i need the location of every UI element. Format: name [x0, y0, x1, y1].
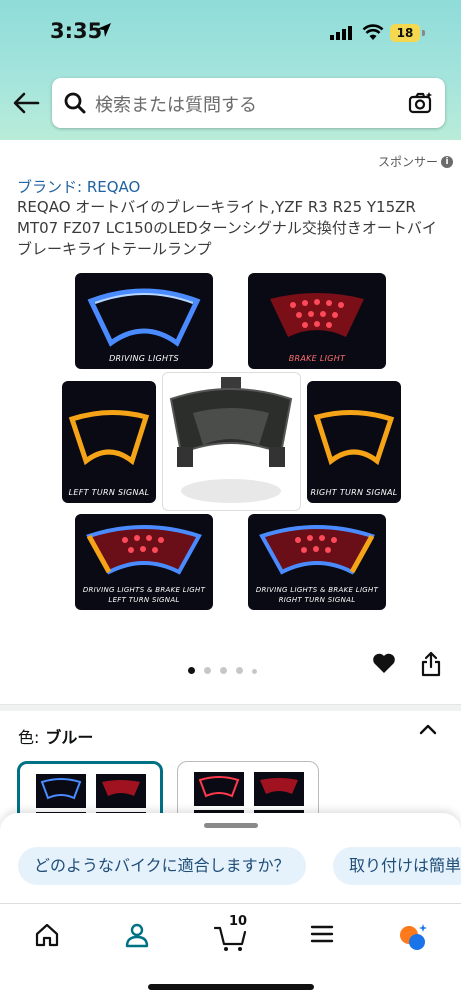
tail-light-product-graphic	[169, 377, 293, 503]
home-icon[interactable]	[34, 922, 60, 948]
page-dot[interactable]	[220, 667, 227, 674]
clock: 3:35	[50, 19, 103, 43]
brand-link[interactable]: ブランド: REQAO	[17, 176, 140, 197]
info-icon: i	[441, 155, 453, 168]
status-bar: 3:35 18	[0, 0, 461, 64]
caption-combo-right-2: RIGHT TURN SIGNAL	[278, 596, 356, 604]
caption-right-turn: RIGHT TURN SIGNAL	[310, 488, 398, 497]
suggestion-chip[interactable]: 取り付けは簡単	[333, 847, 461, 885]
image-combo-left: DRIVING LIGHTS & BRAKE LIGHT LEFT TURN S…	[75, 514, 213, 610]
image-brake-light: BRAKE LIGHT	[248, 273, 386, 369]
section-divider	[0, 704, 461, 711]
sponsored-text: スポンサー	[377, 155, 438, 169]
location-arrow-icon	[97, 23, 111, 37]
cart-count-badge: 10	[229, 914, 248, 929]
image-pagination[interactable]	[188, 659, 266, 678]
chevron-up-icon[interactable]	[418, 722, 438, 736]
search-placeholder: 検索または質問する	[95, 95, 257, 116]
menu-icon[interactable]	[310, 922, 334, 946]
heart-icon[interactable]	[372, 652, 396, 674]
page-dot[interactable]	[252, 669, 257, 674]
caption-combo-left-1: DRIVING LIGHTS & BRAKE LIGHT	[82, 586, 206, 594]
battery-tip	[422, 30, 425, 36]
caption-combo-right-1: DRIVING LIGHTS & BRAKE LIGHT	[255, 586, 379, 594]
image-right-turn-signal: RIGHT TURN SIGNAL	[307, 381, 401, 503]
variation-label: 色: ブルー	[18, 724, 93, 748]
rufus-assistant-icon[interactable]	[398, 922, 428, 952]
search-icon	[64, 92, 86, 114]
caption-driving-lights: DRIVING LIGHTS	[109, 354, 179, 363]
image-left-turn-signal: LEFT TURN SIGNAL	[62, 381, 156, 503]
image-product-main	[162, 372, 301, 511]
variation-label-text: 色:	[18, 728, 40, 747]
home-indicator[interactable]	[148, 984, 314, 990]
caption-left-turn: LEFT TURN SIGNAL	[68, 488, 150, 497]
cellular-signal-icon	[330, 26, 352, 40]
variation-value: ブルー	[45, 728, 94, 747]
tail-light-graphic	[68, 409, 150, 466]
share-icon[interactable]	[421, 651, 441, 677]
search-input[interactable]: 検索または質問する	[52, 78, 445, 128]
page-dot[interactable]	[236, 667, 243, 674]
sponsored-label[interactable]: スポンサー i	[378, 153, 453, 170]
suggestion-sheet: どのようなバイクに適合しますか？ 取り付けは簡単	[0, 813, 461, 913]
product-title: REQAO オートバイのブレーキライト,YZF R3 R25 Y15ZR MT0…	[17, 198, 437, 258]
suggestion-chip[interactable]: どのようなバイクに適合しますか？	[18, 847, 306, 885]
back-arrow-icon[interactable]	[12, 90, 40, 116]
account-icon[interactable]	[124, 922, 150, 948]
page-dot[interactable]	[188, 667, 195, 674]
product-image-gallery[interactable]: DRIVING LIGHTS BRAKE LIGHT LEFT TURN SIG…	[0, 270, 461, 615]
caption-brake-light: BRAKE LIGHT	[288, 354, 346, 363]
tail-light-graphic	[313, 409, 395, 466]
image-combo-right: DRIVING LIGHTS & BRAKE LIGHT RIGHT TURN …	[248, 514, 386, 610]
header: 3:35 18 検索または質問する	[0, 0, 461, 140]
camera-search-icon[interactable]	[408, 91, 434, 115]
wifi-icon	[362, 24, 384, 40]
battery-indicator: 18	[390, 24, 420, 42]
page-dot[interactable]	[204, 667, 211, 674]
sheet-drag-handle[interactable]	[204, 823, 258, 828]
caption-combo-left-2: LEFT TURN SIGNAL	[108, 596, 180, 604]
image-driving-lights: DRIVING LIGHTS	[75, 273, 213, 369]
